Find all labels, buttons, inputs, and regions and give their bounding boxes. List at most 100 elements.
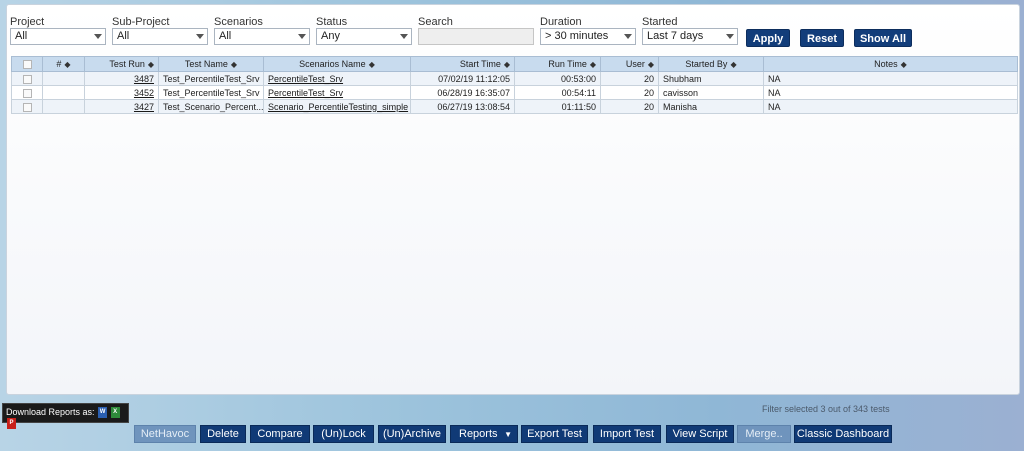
started-by-cell: Manisha: [658, 99, 764, 114]
scenario-cell: PercentileTest_Srv: [263, 71, 411, 86]
duration-select-value: > 30 minutes: [545, 30, 609, 42]
search-label: Search: [418, 16, 453, 28]
unlock-button[interactable]: (Un)Lock: [313, 425, 374, 443]
nethavoc-button[interactable]: NetHavoc: [134, 425, 196, 443]
sub-project-select[interactable]: All: [112, 28, 208, 45]
sort-icon: ◆: [503, 60, 510, 69]
scenario-cell: PercentileTest_Srv: [263, 85, 411, 100]
sort-icon: ◆: [147, 60, 154, 69]
reset-button[interactable]: Reset: [800, 29, 844, 47]
sort-icon: ◆: [589, 60, 596, 69]
scenario-link[interactable]: PercentileTest_Srv: [268, 88, 343, 98]
delete-button[interactable]: Delete: [200, 425, 246, 443]
chevron-down-icon: [298, 34, 306, 39]
start-time-cell: 06/28/19 16:35:07: [410, 85, 515, 100]
view-script-button[interactable]: View Script: [666, 425, 734, 443]
table-row[interactable]: 3452 Test_PercentileTest_Srv PercentileT…: [11, 85, 1018, 100]
started-select-value: Last 7 days: [647, 30, 704, 42]
download-reports-label: Download Reports as:: [6, 407, 95, 417]
test-name-cell: Test_Scenario_Percent...: [158, 99, 264, 114]
chevron-down-icon: [400, 34, 408, 39]
scenarios-label: Scenarios: [214, 16, 263, 28]
start-time-cell: 06/27/19 13:08:54: [410, 99, 515, 114]
test-run-cell: 3452: [84, 85, 159, 100]
scenario-link[interactable]: PercentileTest_Srv: [268, 74, 343, 84]
scenario-link[interactable]: Scenario_PercentileTesting_simple: [268, 102, 408, 112]
notes-cell: NA: [763, 99, 1018, 114]
chevron-down-icon: [94, 34, 102, 39]
chevron-down-icon: [196, 34, 204, 39]
started-by-cell: Shubham: [658, 71, 764, 86]
row-checkbox[interactable]: [22, 88, 32, 98]
col-header-started-by[interactable]: Started By ◆: [658, 56, 764, 72]
table-row[interactable]: 3487 Test_PercentileTest_Srv PercentileT…: [11, 71, 1018, 86]
apply-button[interactable]: Apply: [746, 29, 790, 47]
classic-dashboard-button[interactable]: Classic Dashboard: [794, 425, 892, 443]
col-header-run-time[interactable]: Run Time ◆: [514, 56, 601, 72]
started-label: Started: [642, 16, 678, 28]
row-checkbox-cell[interactable]: [11, 85, 43, 100]
row-checkbox-cell[interactable]: [11, 71, 43, 86]
sort-icon: ◆: [368, 60, 375, 69]
excel-icon[interactable]: X: [110, 407, 120, 419]
run-time-cell: 00:54:11: [514, 85, 601, 100]
project-label: Project: [10, 16, 45, 28]
row-checkbox[interactable]: [22, 102, 32, 112]
notes-cell: NA: [763, 71, 1018, 86]
select-all-checkbox[interactable]: [22, 60, 32, 70]
search-input[interactable]: [418, 28, 534, 45]
notes-cell: NA: [763, 85, 1018, 100]
sort-icon: ◆: [647, 60, 654, 69]
chevron-down-icon: [624, 34, 632, 39]
compare-button[interactable]: Compare: [250, 425, 310, 443]
select-all-header[interactable]: [11, 56, 43, 72]
sub-project-label: Sub-Project: [112, 16, 170, 28]
test-run-cell: 3427: [84, 99, 159, 114]
test-run-link[interactable]: 3487: [134, 74, 154, 84]
pdf-icon[interactable]: P: [7, 418, 16, 430]
duration-label: Duration: [540, 16, 582, 28]
status-select-value: Any: [321, 30, 340, 42]
row-num: [42, 85, 85, 100]
col-header-start-time[interactable]: Start Time ◆: [410, 56, 515, 72]
user-cell: 20: [600, 85, 659, 100]
col-header-test-name[interactable]: Test Name ◆: [158, 56, 264, 72]
unarchive-button[interactable]: (Un)Archive: [378, 425, 446, 443]
start-time-cell: 07/02/19 11:12:05: [410, 71, 515, 86]
sort-icon: ◆: [730, 60, 737, 69]
run-time-cell: 00:53:00: [514, 71, 601, 86]
table-row[interactable]: 3427 Test_Scenario_Percent... Scenario_P…: [11, 99, 1018, 114]
show-all-button[interactable]: Show All: [854, 29, 912, 47]
status-select[interactable]: Any: [316, 28, 412, 45]
user-cell: 20: [600, 99, 659, 114]
col-header-scenario-name[interactable]: Scenarios Name ◆: [263, 56, 411, 72]
status-label: Status: [316, 16, 348, 28]
merge-button[interactable]: Merge..: [737, 425, 791, 443]
started-select[interactable]: Last 7 days: [642, 28, 738, 45]
table-header-row: # ◆ Test Run ◆ Test Name ◆ Scenarios Name ◆ …: [11, 56, 1018, 72]
col-header-user[interactable]: User ◆: [600, 56, 659, 72]
sub-project-select-value: All: [117, 30, 130, 42]
col-header-test-run[interactable]: Test Run ◆: [84, 56, 159, 72]
word-icon[interactable]: W: [98, 407, 108, 419]
project-select-value: All: [15, 30, 28, 42]
reports-button-label: Reports: [459, 428, 498, 440]
col-header-notes[interactable]: Notes ◆: [763, 56, 1018, 72]
project-select[interactable]: All: [10, 28, 106, 45]
row-checkbox-cell[interactable]: [11, 99, 43, 114]
row-checkbox[interactable]: [22, 74, 32, 84]
row-num: [42, 71, 85, 86]
test-run-link[interactable]: 3427: [134, 102, 154, 112]
started-by-cell: cavisson: [658, 85, 764, 100]
scenarios-select[interactable]: All: [214, 28, 310, 45]
import-test-button[interactable]: Import Test: [593, 425, 661, 443]
test-run-link[interactable]: 3452: [134, 88, 154, 98]
test-name-cell: Test_PercentileTest_Srv: [158, 85, 264, 100]
chevron-down-icon: [726, 34, 734, 39]
reports-dropdown-button[interactable]: Reports ▼: [450, 425, 518, 443]
col-header-num[interactable]: # ◆: [42, 56, 85, 72]
export-test-button[interactable]: Export Test: [521, 425, 588, 443]
download-reports-bar: Download Reports as: W X P: [2, 403, 129, 430]
duration-select[interactable]: > 30 minutes: [540, 28, 636, 45]
tests-table: # ◆ Test Run ◆ Test Name ◆ Scenarios Name ◆ …: [11, 56, 1018, 114]
